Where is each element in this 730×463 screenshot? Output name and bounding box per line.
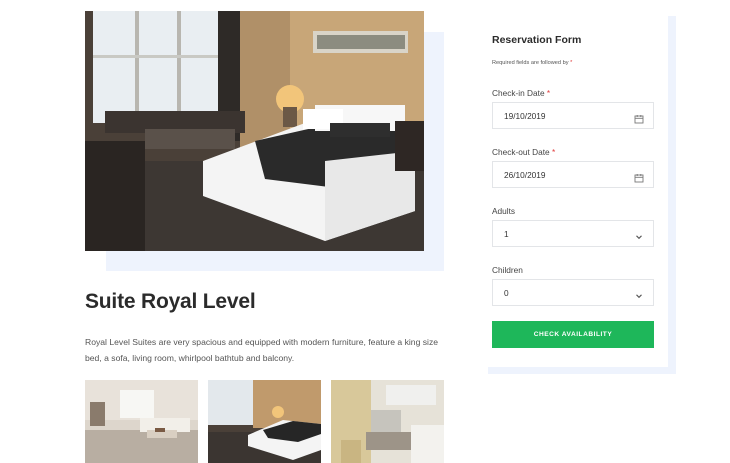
calendar-icon[interactable] bbox=[634, 170, 644, 183]
reservation-form: Reservation Form Required fields are fol… bbox=[480, 9, 668, 367]
checkin-label: Check-in Date * bbox=[492, 88, 550, 98]
checkin-date-field[interactable]: 19/10/2019 bbox=[492, 102, 654, 129]
room-main-photo bbox=[85, 11, 424, 251]
form-title: Reservation Form bbox=[492, 34, 582, 46]
checkin-required-mark: * bbox=[546, 88, 551, 98]
required-note-text: Required fields are followed by bbox=[492, 60, 569, 66]
calendar-icon[interactable] bbox=[634, 111, 644, 124]
chevron-down-icon[interactable] bbox=[634, 229, 644, 240]
room-thumbnail-bedroom[interactable] bbox=[208, 380, 321, 463]
checkin-label-text: Check-in Date bbox=[492, 88, 545, 98]
adults-value: 1 bbox=[504, 229, 509, 239]
children-label: Children bbox=[492, 265, 523, 275]
room-thumbnail-kitchen[interactable] bbox=[331, 380, 444, 463]
checkout-date-field[interactable]: 26/10/2019 bbox=[492, 161, 654, 188]
required-asterisk: * bbox=[570, 60, 573, 66]
room-description: Royal Level Suites are very spacious and… bbox=[85, 337, 439, 363]
check-availability-button[interactable]: CHECK AVAILABILITY bbox=[492, 321, 654, 348]
children-value: 0 bbox=[504, 288, 509, 298]
checkin-date-value: 19/10/2019 bbox=[504, 111, 546, 121]
checkout-label: Check-out Date * bbox=[492, 147, 555, 157]
room-title: Suite Royal Level bbox=[85, 290, 256, 313]
room-thumbnail-living-room[interactable] bbox=[85, 380, 198, 463]
checkout-date-value: 26/10/2019 bbox=[504, 170, 546, 180]
required-note: Required fields are followed by * bbox=[492, 60, 572, 66]
children-select[interactable]: 0 bbox=[492, 279, 654, 306]
chevron-down-icon[interactable] bbox=[634, 288, 644, 299]
checkout-required-mark: * bbox=[551, 147, 556, 157]
adults-select[interactable]: 1 bbox=[492, 220, 654, 247]
checkout-label-text: Check-out Date bbox=[492, 147, 550, 157]
adults-label: Adults bbox=[492, 206, 516, 216]
